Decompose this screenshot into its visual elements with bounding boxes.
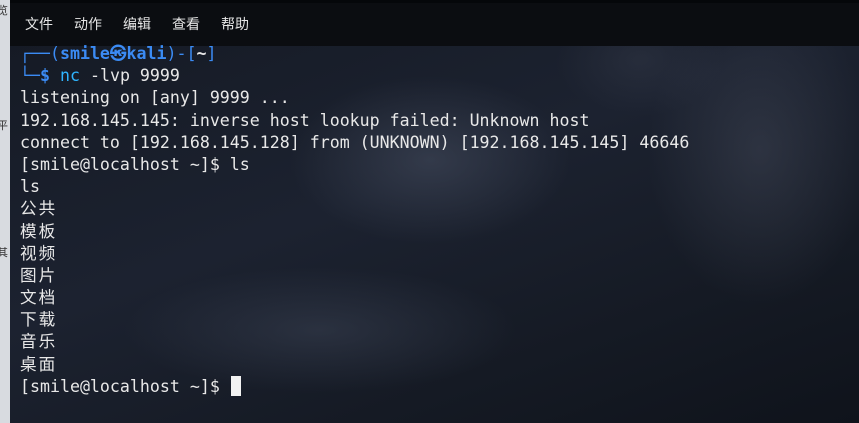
output-line: listening on [any] 9999 ... <box>20 88 290 108</box>
output-line: [smile@localhost ~]$ ls <box>20 154 250 174</box>
menu-action[interactable]: 动作 <box>74 14 102 34</box>
ls-entry: 音乐 <box>20 332 58 352</box>
prompt-corner-bottom: └─ <box>20 66 40 86</box>
background-window-char: 览 <box>0 4 8 17</box>
ls-entry: 下载 <box>20 310 58 330</box>
prompt-paren: )-[ <box>166 44 197 63</box>
command-line: └─$ nc -lvp 9999 <box>20 65 850 87</box>
prompt-at-symbol: ㉿ <box>109 44 127 63</box>
menu-help[interactable]: 帮助 <box>221 14 249 34</box>
menu-view[interactable]: 查看 <box>172 14 200 34</box>
background-window-char: 其 <box>0 246 8 259</box>
output-line: connect to [192.168.145.128] from (UNKNO… <box>20 132 690 152</box>
ls-entry: 图片 <box>20 265 58 285</box>
command-args: -lvp 9999 <box>89 66 180 86</box>
menu-bar: 文件 动作 编辑 查看 帮助 <box>10 0 859 46</box>
remote-prompt: [smile@localhost ~]$ <box>20 376 230 396</box>
background-window-edge: 览 平 其 <box>0 0 10 423</box>
ls-entry: 文档 <box>20 288 58 308</box>
menu-file[interactable]: 文件 <box>25 14 53 34</box>
kali-prompt-line: ┌──(smile㉿kali)-[~] <box>20 43 850 65</box>
prompt-user: smile <box>59 44 110 63</box>
window-title-edge <box>10 0 859 3</box>
ls-entry: 模板 <box>20 221 58 241</box>
ls-entry: 公共 <box>20 199 58 219</box>
prompt-dir: ~ <box>196 44 207 63</box>
prompt-bracket: ] <box>206 44 217 63</box>
command-name: nc <box>59 66 80 86</box>
prompt-host: kali <box>126 44 167 63</box>
prompt-dollar: $ <box>39 66 50 86</box>
ls-entry: 视频 <box>20 243 58 263</box>
text-cursor <box>230 375 241 396</box>
output-line: 192.168.145.145: inverse host lookup fai… <box>20 110 590 130</box>
terminal-output[interactable]: ┌──(smile㉿kali)-[~] └─$ nc -lvp 9999 lis… <box>20 43 850 398</box>
prompt-corner-top: ┌──( <box>20 44 60 63</box>
output-line: ls <box>20 177 40 197</box>
background-window-char: 平 <box>0 119 8 132</box>
remote-prompt-line: [smile@localhost ~]$ <box>20 375 850 398</box>
ls-entry: 桌面 <box>20 354 58 374</box>
terminal-window: 览 平 其 文件 动作 编辑 查看 帮助 ┌──(smile㉿kali)-[~]… <box>0 0 859 423</box>
menu-edit[interactable]: 编辑 <box>123 14 151 34</box>
